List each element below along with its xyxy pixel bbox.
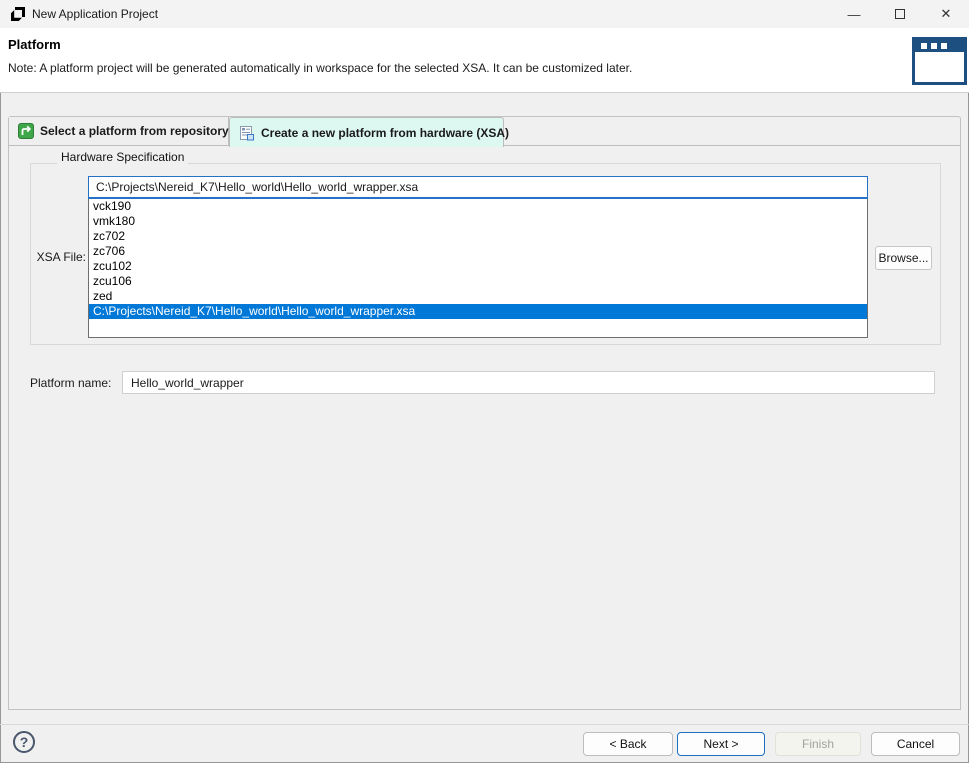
help-button[interactable]: ? [13,731,35,753]
xsa-option[interactable]: zed [89,289,867,304]
title-bar: New Application Project — ✕ [0,0,969,28]
help-icon: ? [20,734,29,750]
header-note: Note: A platform project will be generat… [8,61,632,75]
xsa-option[interactable]: zcu106 [89,274,867,289]
cancel-button[interactable]: Cancel [871,732,960,756]
wizard-header: Platform Note: A platform project will b… [0,28,969,93]
window-title: New Application Project [32,7,158,21]
close-icon: ✕ [941,6,952,22]
xsa-option[interactable]: zc702 [89,229,867,244]
xsa-file-combo-input[interactable]: C:\Projects\Nereid_K7\Hello_world\Hello_… [88,176,868,199]
repository-platform-icon [18,123,34,139]
platform-name-input[interactable]: Hello_world_wrapper [122,371,935,394]
xsa-file-label: XSA File: [28,250,86,264]
browse-button[interactable]: Browse... [875,246,932,270]
minimize-icon: — [848,7,861,22]
new-hardware-platform-icon [239,125,255,141]
xsa-option[interactable]: zcu102 [89,259,867,274]
xsa-option[interactable]: vmk180 [89,214,867,229]
close-button[interactable]: ✕ [923,0,969,28]
next-button[interactable]: Next > [677,732,765,756]
xsa-file-dropdown-list: vck190 vmk180 zc702 zc706 zcu102 zcu106 … [88,199,868,338]
new-window-wizard-icon [912,37,967,85]
hardware-specification-label: Hardware Specification [57,150,188,164]
page-title: Platform [8,37,61,52]
amd-logo-icon [10,6,26,22]
tab-label: Create a new platform from hardware (XSA… [261,126,509,140]
tab-create-platform-from-hardware[interactable]: Create a new platform from hardware (XSA… [229,117,504,147]
maximize-button[interactable] [877,0,923,28]
finish-button: Finish [775,732,861,756]
maximize-icon [895,9,905,19]
xsa-option[interactable]: zc706 [89,244,867,259]
xsa-option-selected[interactable]: C:\Projects\Nereid_K7\Hello_world\Hello_… [89,304,867,319]
minimize-button[interactable]: — [831,0,877,28]
footer-divider [0,724,969,725]
new-application-project-dialog: New Application Project — ✕ Platform Not… [0,0,969,763]
tab-label: Select a platform from repository [40,124,229,138]
tab-select-platform-from-repository[interactable]: Select a platform from repository [9,117,229,145]
back-button[interactable]: < Back [583,732,673,756]
xsa-option[interactable]: vck190 [89,199,867,214]
platform-name-label: Platform name: [30,376,111,390]
window-titledots-icon [915,40,964,52]
